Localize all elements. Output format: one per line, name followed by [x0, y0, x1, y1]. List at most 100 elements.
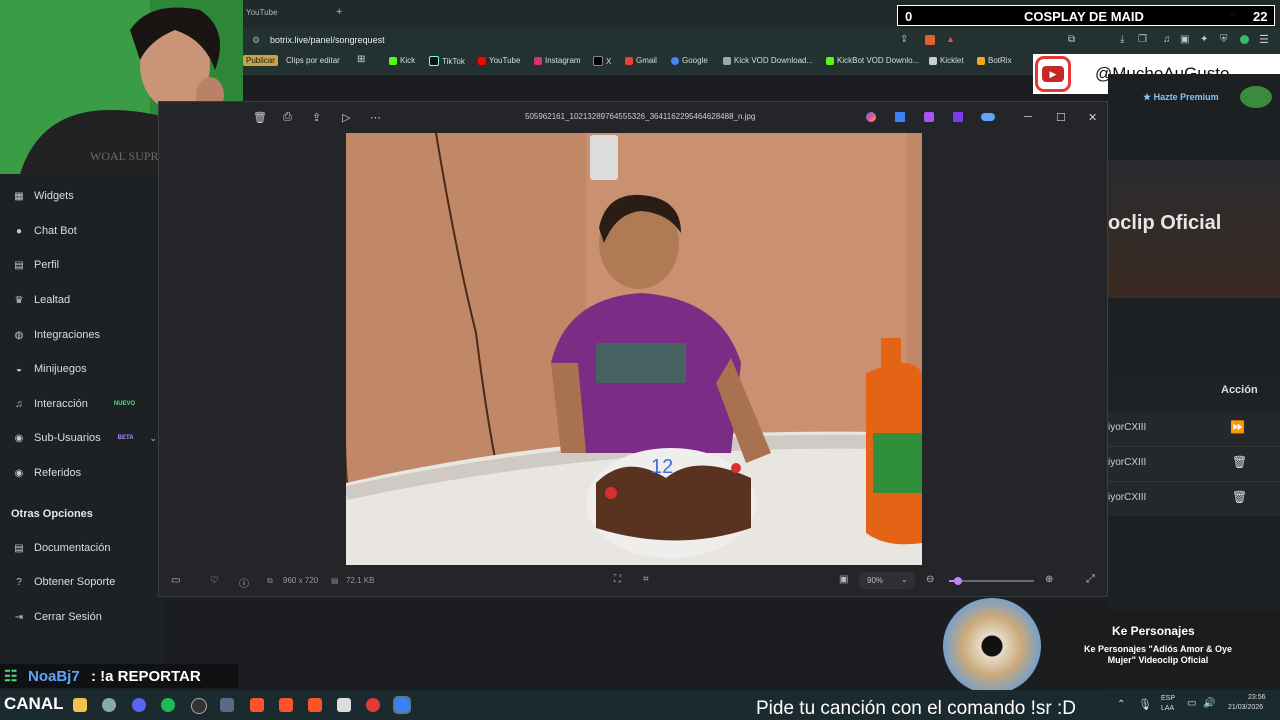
queue-list: iyorCXIII ⏩ iyorCXIII 🗑 iyorCXIII 🗑 [1108, 412, 1280, 516]
discord-icon[interactable] [132, 698, 146, 712]
bookmark-kickbot-vod[interactable]: KickBot VOD Downlo... [826, 56, 919, 65]
favorite-heart-icon[interactable]: ♡ [210, 575, 219, 586]
spotify-icon[interactable] [161, 698, 175, 712]
sidebar-item-cerrar-sesion[interactable]: ⇥ Cerrar Sesión [12, 611, 102, 623]
sidebar-item-lealtad[interactable]: ♛ Lealtad [12, 294, 71, 306]
sidebar-item-soporte[interactable]: ? Obtener Soporte [12, 576, 115, 588]
vpn-icon[interactable]: ⛨ [1220, 34, 1228, 45]
bookmark-kick-vod[interactable]: Kick VOD Download... [723, 56, 813, 65]
new-tab-button[interactable]: + [336, 6, 342, 18]
visual-search-icon[interactable]: ⌗ [643, 574, 649, 585]
network-icon[interactable]: ▭ [1187, 698, 1196, 709]
zoom-slider-thumb[interactable] [953, 577, 962, 585]
brave-browser-icon[interactable] [250, 698, 264, 712]
copilot-icon[interactable] [866, 112, 876, 122]
info-icon[interactable]: ⓘ [239, 575, 249, 590]
bookmark-google[interactable]: Google [671, 56, 708, 65]
trash-icon[interactable]: 🗑 [1232, 490, 1247, 504]
onedrive-icon[interactable] [981, 113, 995, 121]
now-playing-title: Ke Personajes "Adiós Amor & Oye Mujer" V… [1084, 644, 1232, 665]
premium-link[interactable]: ★ Hazte Premium [1143, 92, 1219, 103]
bookmark-kicklet[interactable]: Kicklet [929, 56, 964, 65]
brave-browser-icon[interactable] [308, 698, 322, 712]
apps-grid-icon[interactable]: ⊞ [357, 54, 365, 65]
bookmark-instagram[interactable]: Instagram [534, 56, 581, 65]
notepad-icon[interactable] [337, 698, 351, 712]
zoom-slider[interactable] [949, 577, 1034, 585]
delete-icon[interactable]: 🗑 [253, 111, 267, 124]
bookmark-gmail[interactable]: Gmail [625, 56, 657, 65]
user-avatar[interactable] [1240, 86, 1272, 108]
sidebar-item-integraciones[interactable]: ◍ Integraciones [12, 329, 100, 341]
print-icon[interactable]: ⎙ [283, 111, 292, 124]
chevron-down-icon[interactable]: ⌄ [150, 433, 158, 444]
menu-icon[interactable]: ☰ [1259, 33, 1269, 46]
zoom-in-icon[interactable]: ⊕ [1045, 574, 1053, 585]
url-field[interactable]: botrix.live/panel/songrequest [270, 35, 385, 45]
maximize-icon[interactable]: ☐ [1056, 111, 1066, 124]
download-icon[interactable]: ⤓ [1120, 34, 1124, 45]
sidebar-item-referidos[interactable]: ◉ Referidos [12, 467, 81, 479]
clock-date[interactable]: 21/03/2026 [1228, 704, 1263, 711]
photos-taskbar-icon[interactable] [393, 696, 411, 714]
bookmark-clips[interactable]: Clips por editar [286, 56, 340, 65]
fit-to-window-icon[interactable]: ▣ [839, 574, 848, 585]
sidebar-item-label: Chat Bot [34, 225, 77, 237]
fullscreen-icon[interactable]: ⤢ [1086, 573, 1095, 586]
slideshow-icon[interactable]: ▷ [342, 111, 350, 124]
table-row: iyorCXIII 🗑 [1108, 447, 1280, 482]
crop-icon[interactable]: ⛶ [614, 574, 621, 585]
recording-app-icon[interactable] [366, 698, 380, 712]
minimize-icon[interactable]: ─ [1024, 111, 1032, 123]
designer-icon[interactable] [924, 112, 934, 122]
sidebar-item-widgets[interactable]: ▦ Widgets [12, 190, 73, 202]
filmstrip-icon[interactable]: ▭ [171, 575, 180, 586]
photos-icon[interactable] [895, 112, 905, 122]
extensions-icon[interactable]: ⧉ [1068, 34, 1075, 45]
sidebar-item-minijuegos[interactable]: ◒ Minijuegos [12, 363, 87, 375]
bookmark-tiktok[interactable]: TikTok [429, 56, 465, 66]
share-icon[interactable]: ⇪ [312, 111, 321, 124]
site-settings-icon[interactable]: ⚙ [252, 35, 260, 46]
microphone-icon[interactable]: 🎙 [1138, 698, 1152, 711]
tray-chevron-icon[interactable]: ⌃ [1117, 699, 1125, 710]
sidebar-item-interaccion[interactable]: ♫ Interacción NUEVO [12, 398, 135, 410]
brave-browser-icon[interactable] [279, 698, 293, 712]
volume-icon[interactable]: 🔊 [1203, 698, 1215, 709]
music-icon[interactable]: ♫ [1163, 34, 1171, 45]
bookmark-publicar[interactable]: Publicar [243, 55, 278, 66]
clipchamp-icon[interactable] [953, 112, 963, 122]
sidebar-item-chatbot[interactable]: ● Chat Bot [12, 225, 77, 237]
brave-rewards-icon[interactable]: ▲ [946, 34, 955, 44]
browser-tab-youtube[interactable]: YouTube [246, 8, 277, 17]
sidebar-item-documentacion[interactable]: ▤ Documentación [12, 542, 110, 554]
language-top[interactable]: ESP [1161, 695, 1175, 702]
obs-icon[interactable] [191, 698, 207, 714]
bookmark-botrix[interactable]: BotRix [977, 56, 1012, 65]
more-options-icon[interactable]: ⋯ [370, 111, 381, 124]
wallet-icon[interactable]: ▣ [1180, 34, 1189, 45]
bookmark-kick[interactable]: Kick [389, 56, 415, 65]
bookmark-youtube[interactable]: YouTube [478, 56, 520, 65]
profile-icon[interactable] [1240, 35, 1249, 44]
tiktok-icon [429, 56, 439, 66]
sidebar-item-perfil[interactable]: ▤ Perfil [12, 259, 59, 271]
sidebar-item-sub-usuarios[interactable]: ◉ Sub-Usuarios BETA ⌄ [12, 432, 157, 444]
brave-shield-icon[interactable] [925, 35, 935, 45]
skip-icon[interactable]: ⏩ [1230, 420, 1245, 434]
zoom-select[interactable]: 90% ⌄ [859, 572, 915, 589]
file-explorer-icon[interactable] [73, 698, 87, 712]
new-badge: NUEVO [113, 401, 136, 407]
bookmark-x[interactable]: X [593, 56, 611, 66]
leo-ai-icon[interactable]: ✦ [1200, 34, 1208, 45]
zoom-out-icon[interactable]: ⊖ [926, 574, 934, 585]
language-bottom[interactable]: LAA [1161, 705, 1174, 712]
settings-app-icon[interactable] [102, 698, 116, 712]
bookmarks-icon[interactable]: ❐ [1138, 34, 1147, 45]
trash-icon[interactable]: 🗑 [1232, 455, 1247, 469]
share-icon[interactable]: ⇪ [900, 34, 908, 45]
clock-time[interactable]: 23:56 [1248, 694, 1266, 701]
link-icon [723, 56, 731, 65]
app-icon[interactable] [220, 698, 234, 712]
close-icon[interactable]: ✕ [1088, 111, 1097, 124]
